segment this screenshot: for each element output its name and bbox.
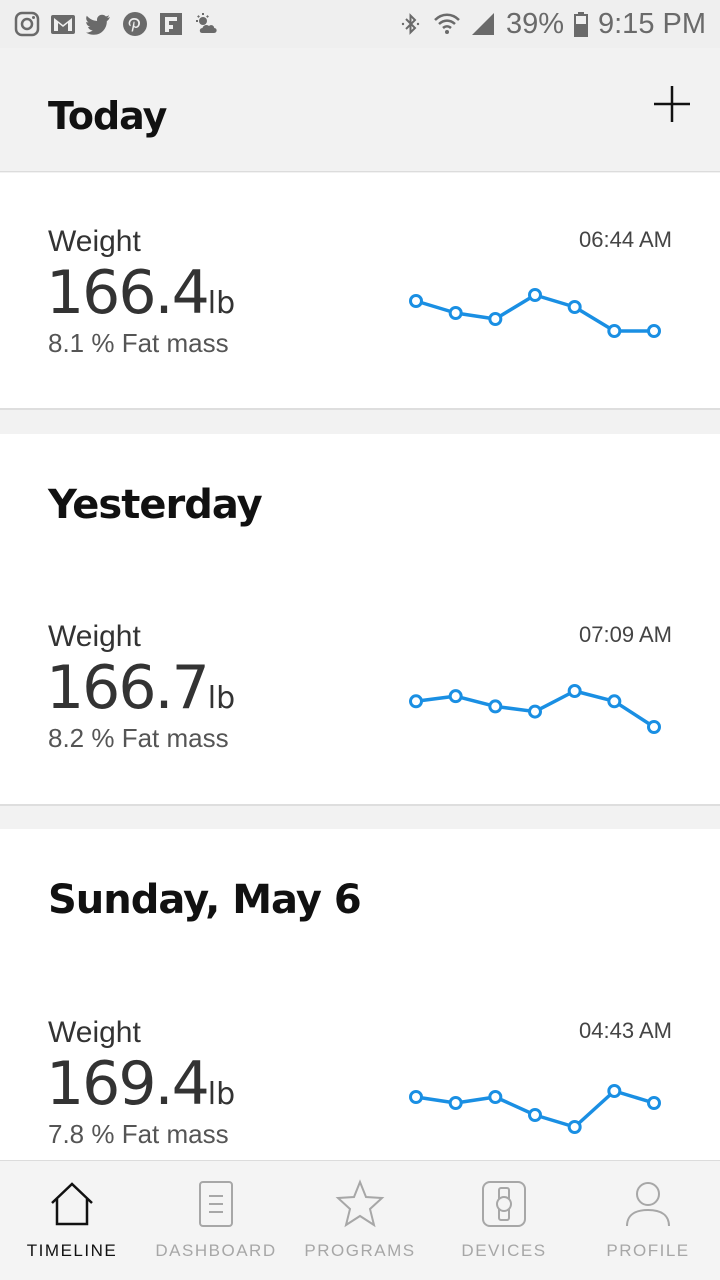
weight-unit: lb (207, 681, 236, 716)
trend-point (567, 1120, 582, 1134)
nav-label: PROGRAMS (304, 1241, 416, 1260)
entry-time: 04:43 AM (579, 1018, 672, 1043)
section-title-today: Today (48, 94, 167, 138)
profile-icon (623, 1179, 673, 1229)
nav-programs[interactable]: PROGRAMS (288, 1161, 432, 1280)
notification-icons (14, 11, 220, 37)
nav-dashboard[interactable]: DASHBOARD (144, 1161, 288, 1280)
metric-label: Weight (48, 225, 141, 258)
weight-trend-sparkline (409, 684, 661, 734)
trend-point (607, 324, 622, 338)
timeline-header: Today (0, 48, 720, 172)
weather-icon (194, 11, 220, 37)
weight-number: 169.4 (46, 1049, 210, 1119)
fat-mass: 7.8 % Fat mass (48, 1119, 229, 1149)
entry-time: 06:44 AM (579, 227, 672, 252)
metric-label: Weight (48, 620, 141, 653)
trend-point (528, 704, 542, 719)
trend-point (409, 294, 423, 308)
trend-point (607, 1084, 622, 1098)
status-bar: 39% 9:15 PM (0, 0, 720, 48)
weight-unit: lb (207, 286, 236, 321)
weight-trend-sparkline (409, 288, 661, 338)
star-icon (335, 1179, 385, 1229)
trend-point (488, 312, 503, 326)
nav-timeline[interactable]: TIMELINE (0, 1161, 144, 1280)
weight-value[interactable]: 166.7lb (46, 658, 235, 718)
trend-point (448, 306, 463, 320)
trend-point (409, 694, 423, 709)
trend-point (528, 288, 542, 302)
nav-label: DASHBOARD (155, 1241, 277, 1260)
watch-icon (479, 1179, 529, 1229)
weight-entry-card[interactable]: Weight 06:44 AM 166.4lb 8.1 % Fat mass (0, 173, 720, 410)
nav-devices[interactable]: DEVICES (432, 1161, 576, 1280)
metric-label: Weight (48, 1016, 141, 1049)
dashboard-icon (191, 1179, 241, 1229)
trend-point (567, 684, 582, 698)
fat-mass: 8.1 % Fat mass (48, 328, 229, 358)
trend-point (409, 1090, 423, 1104)
day-section-card: Yesterday Weight 07:09 AM 166.7lb 8.2 % … (0, 434, 720, 806)
trend-point (448, 689, 463, 704)
day-title: Sunday, May 6 (48, 877, 362, 923)
pinterest-icon (122, 11, 148, 37)
entry-time: 07:09 AM (579, 622, 672, 647)
day-section-card: Sunday, May 6 Weight 04:43 AM 169.4lb 7.… (0, 829, 720, 1169)
signal-icon (470, 11, 496, 37)
wifi-icon (434, 11, 460, 37)
flipboard-icon (158, 11, 184, 37)
day-title: Yesterday (48, 482, 263, 528)
home-icon (47, 1179, 97, 1229)
bottom-navigation: TIMELINE DASHBOARD PROGRAMS DEVICES PROF… (0, 1160, 720, 1280)
trend-point (567, 300, 582, 314)
plus-icon (654, 86, 690, 122)
add-button[interactable] (650, 82, 694, 126)
nav-label: TIMELINE (26, 1241, 118, 1260)
weight-number: 166.7 (46, 653, 210, 723)
trend-point (647, 720, 661, 734)
gmail-icon (50, 11, 76, 37)
nav-label: PROFILE (606, 1241, 690, 1260)
trend-point (488, 699, 503, 714)
weight-value[interactable]: 169.4lb (46, 1054, 235, 1114)
system-status: 39% 9:15 PM (398, 8, 706, 41)
trend-point (647, 1096, 661, 1110)
weight-number: 166.4 (46, 258, 210, 328)
battery-percent: 39% (505, 7, 564, 40)
trend-point (528, 1108, 542, 1122)
weight-value: 166.4lb (46, 263, 235, 323)
trend-point (488, 1090, 503, 1104)
weight-unit: lb (207, 1077, 236, 1112)
clock: 9:15 PM (598, 7, 706, 40)
instagram-icon (14, 11, 40, 37)
trend-point (448, 1096, 463, 1110)
nav-profile[interactable]: PROFILE (576, 1161, 720, 1280)
twitter-icon (86, 11, 112, 37)
trend-point (647, 324, 661, 338)
nav-label: DEVICES (461, 1241, 547, 1260)
trend-point (607, 694, 622, 709)
weight-trend-sparkline (409, 1084, 661, 1134)
battery-icon (574, 11, 588, 37)
fat-mass: 8.2 % Fat mass (48, 723, 229, 753)
bluetooth-icon (398, 11, 424, 37)
